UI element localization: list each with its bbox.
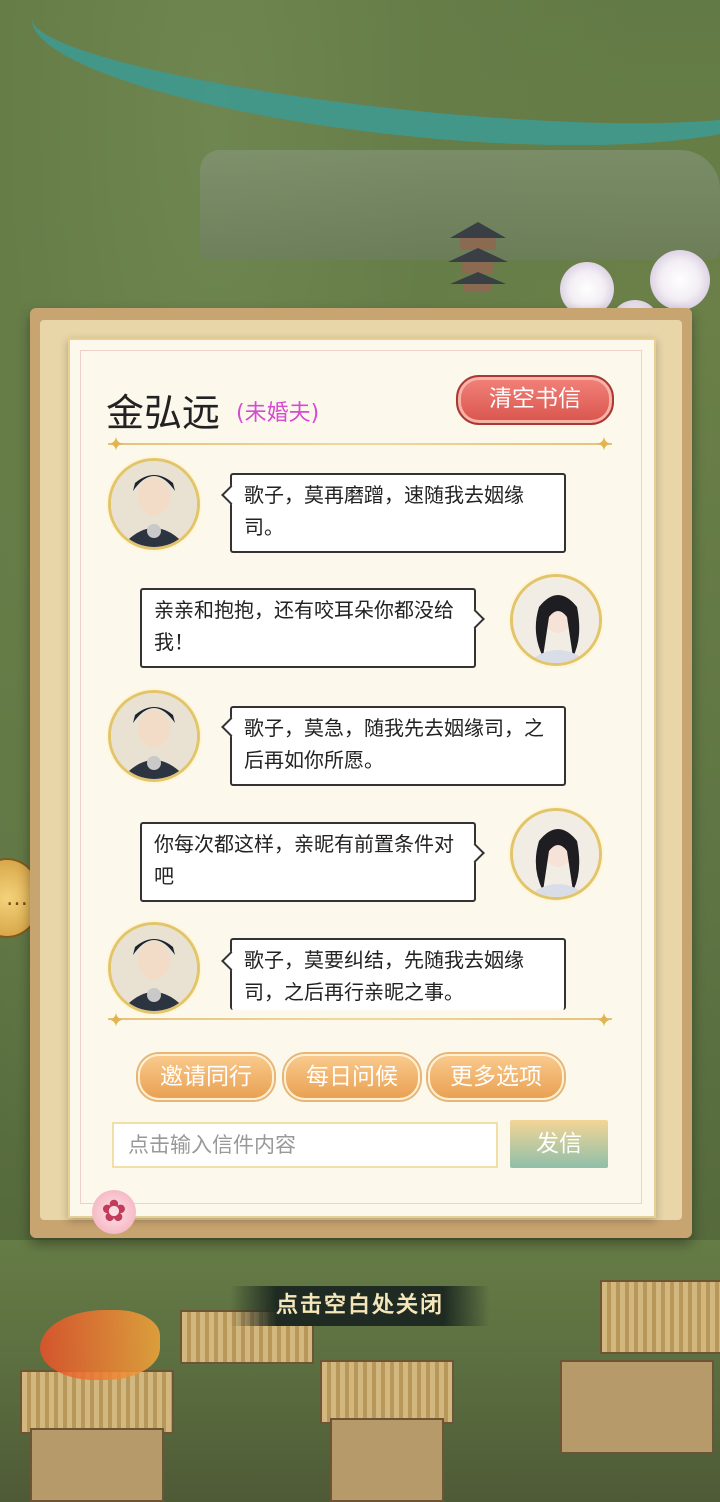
- sparkle-icon: ✦: [107, 432, 125, 456]
- phoenix-decoration: [40, 1310, 160, 1380]
- sparkle-icon: ✦: [595, 432, 613, 456]
- hut: [30, 1428, 164, 1502]
- female-avatar-icon[interactable]: [510, 808, 602, 900]
- male-avatar-icon[interactable]: [108, 458, 200, 550]
- message-bubble: 歌子，莫急，随我先去姻缘司，之后再如你所愿。: [230, 706, 566, 786]
- clear-letters-button[interactable]: 清空书信: [456, 375, 614, 425]
- hut-roof: [600, 1280, 720, 1354]
- letter-input[interactable]: 点击输入信件内容: [112, 1122, 498, 1168]
- message-bubble: 你每次都这样，亲昵有前置条件对吧: [140, 822, 476, 902]
- blossom-decoration: [650, 250, 710, 310]
- character-name: 金弘远: [106, 391, 221, 435]
- daily-greeting-button[interactable]: 每日问候: [284, 1054, 420, 1100]
- more-options-button[interactable]: 更多选项: [428, 1054, 564, 1100]
- pagoda-icon: [448, 222, 508, 292]
- bottom-divider: [108, 1018, 612, 1020]
- send-button[interactable]: 发信: [510, 1120, 608, 1168]
- female-avatar-icon[interactable]: [510, 574, 602, 666]
- sparkle-icon: ✦: [595, 1008, 613, 1032]
- hut-roof: [320, 1360, 454, 1424]
- invite-button[interactable]: 邀请同行: [138, 1054, 274, 1100]
- close-hint[interactable]: 点击空白处关闭: [230, 1286, 490, 1326]
- village-scene: [0, 1240, 720, 1502]
- male-avatar-icon[interactable]: [108, 922, 200, 1014]
- message-bubble: 歌子，莫再磨蹭，速随我去姻缘司。: [230, 473, 566, 553]
- message-bubble: 亲亲和抱抱，还有咬耳朵你都没给我！: [140, 588, 476, 668]
- message-text: 歌子，莫急，随我先去姻缘司，之后再如你所愿。: [244, 716, 544, 772]
- message-text: 亲亲和抱抱，还有咬耳朵你都没给我！: [154, 598, 454, 654]
- relation-label: (未婚夫): [236, 401, 320, 426]
- message-bubble: 歌子，莫要纠结，先随我去姻缘司，之后再行亲昵之事。: [230, 938, 566, 1010]
- hut: [330, 1418, 444, 1502]
- hut: [560, 1360, 714, 1454]
- top-divider: [108, 443, 612, 445]
- plum-blossom-icon: ✿: [92, 1190, 136, 1234]
- message-text: 歌子，莫再磨蹭，速随我去姻缘司。: [244, 483, 524, 539]
- sparkle-icon: ✦: [107, 1008, 125, 1032]
- male-avatar-icon[interactable]: [108, 690, 200, 782]
- message-text: 歌子，莫要纠结，先随我去姻缘司，之后再行亲昵之事。: [244, 948, 524, 1004]
- message-text: 你每次都这样，亲昵有前置条件对吧: [154, 832, 454, 888]
